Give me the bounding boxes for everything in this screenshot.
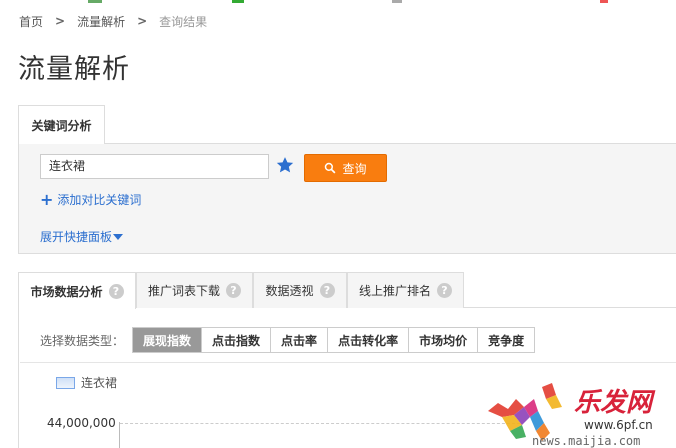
add-compare-keyword-link[interactable]: + 添加对比关键词 [40,191,141,208]
data-type-click-rate[interactable]: 点击率 [270,328,328,352]
page-title: 流量解析 [18,54,130,85]
tab-label: 线上推广排名 [358,284,431,298]
chart-gridline [120,423,520,424]
top-color-strip [0,0,676,5]
tab-label: 市场数据分析 [30,284,103,299]
data-type-competition[interactable]: 竞争度 [477,328,535,352]
caret-down-icon [113,233,124,240]
breadcrumb-home[interactable]: 首页 [19,13,43,30]
star-icon[interactable] [275,155,295,175]
breadcrumb: 首页 > 流量解析 > 查询结果 [19,12,207,30]
watermark-brand: 乐发网 [574,388,656,418]
tab-keyword-analysis-label: 关键词分析 [31,118,92,133]
watermark-logo: 乐发网 www.6pf.cn news.maijia.com [488,383,656,448]
data-type-impression-index[interactable]: 展现指数 [133,328,202,352]
data-type-selector: 选择数据类型： 展现指数 点击指数 点击率 点击转化率 市场均价 竞争度 [40,327,536,353]
plus-icon: + [40,189,54,209]
watermark-url: news.maijia.com [532,434,640,448]
watermark-url2: www.6pf.cn [584,418,653,432]
help-icon[interactable]: ? [108,283,124,299]
expand-quick-panel-label: 展开快捷面板 [40,230,113,244]
add-compare-keyword-label: 添加对比关键词 [57,193,142,207]
keyword-input[interactable]: 连衣裙 [40,154,269,179]
tab-label: 推广词表下载 [147,284,220,298]
tab-label: 数据透视 [265,284,314,298]
chart-legend[interactable]: 连衣裙 [56,374,117,391]
data-type-click-index[interactable]: 点击指数 [201,328,271,352]
data-type-button-group: 展现指数 点击指数 点击率 点击转化率 市场均价 竞争度 [132,327,536,353]
breadcrumb-current: 查询结果 [159,14,208,29]
analysis-tabs: 市场数据分析 ? 推广词表下载 ? 数据透视 ? 线上推广排名 ? [18,272,676,309]
breadcrumb-traffic-analysis[interactable]: 流量解析 [77,13,125,30]
tab-keyword-analysis[interactable]: 关键词分析 [18,105,105,144]
tab-data-pivot[interactable]: 数据透视 ? [253,272,347,308]
section-divider [20,362,676,363]
data-type-market-avg-price[interactable]: 市场均价 [408,328,478,352]
keyword-panel-body: 连衣裙 查询 + 添加对比关键词 展开快捷面板 [18,143,676,254]
search-icon [325,162,336,174]
data-type-conversion-rate[interactable]: 点击转化率 [327,328,409,352]
keyword-analysis-panel: 关键词分析 连衣裙 查询 + 添加对比关键词 展开快捷面板 [18,105,676,254]
help-icon[interactable]: ? [226,283,241,298]
help-icon[interactable]: ? [319,283,335,298]
data-type-label: 选择数据类型： [40,333,125,348]
chevron-right-icon: > [137,14,148,28]
query-button-label: 查询 [342,161,367,176]
y-axis [119,422,120,448]
help-icon[interactable]: ? [437,283,452,298]
tab-online-promotion-ranking[interactable]: 线上推广排名 ? [347,272,464,308]
expand-quick-panel-link[interactable]: 展开快捷面板 [40,228,124,245]
legend-swatch [56,376,75,389]
tab-keyword-list-download[interactable]: 推广词表下载 ? [136,272,253,308]
chevron-right-icon: > [55,14,66,28]
legend-label: 连衣裙 [81,376,118,390]
y-axis-tick-label: 44,000,000 [47,416,116,430]
tab-market-data-analysis[interactable]: 市场数据分析 ? [18,272,136,309]
query-button[interactable]: 查询 [304,154,387,182]
